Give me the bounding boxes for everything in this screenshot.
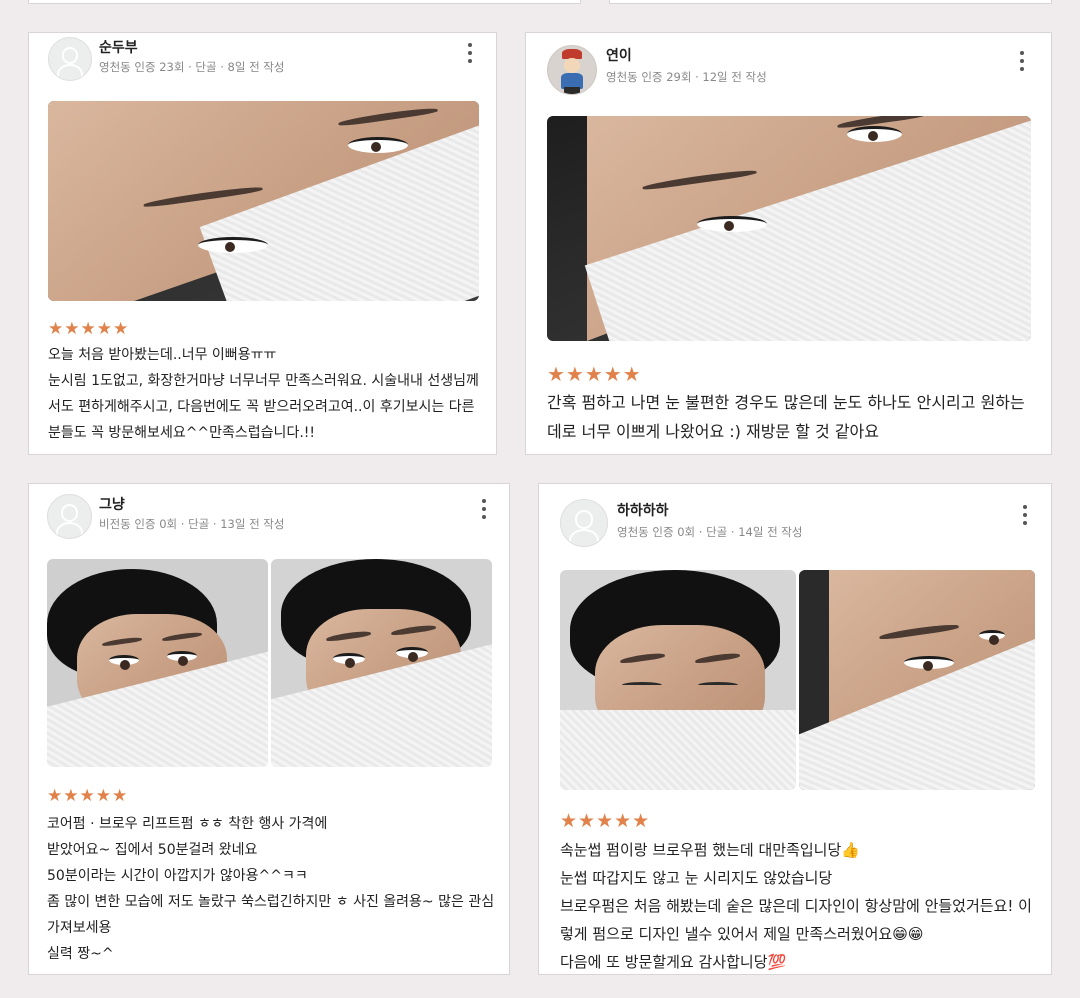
more-vertical-icon[interactable] [1019, 50, 1025, 72]
review-text: 간혹 펌하고 나면 눈 불편한 경우도 많은데 눈도 하나도 안시리고 원하는데… [547, 393, 1025, 441]
review-photo-before[interactable] [560, 570, 796, 790]
review-photo-after[interactable] [271, 559, 492, 767]
review-meta: 영천동 인증 0회 · 단골 · 14일 전 작성 [617, 525, 803, 539]
more-vertical-icon[interactable] [481, 498, 487, 520]
review-photo-before[interactable] [47, 559, 268, 767]
star-rating: ★★★★★ [48, 319, 130, 339]
username[interactable]: 순두부 [99, 37, 138, 57]
review-text: 속눈썹 펌이랑 브로우펌 했는데 대만족입니당👍 눈썹 따갑지도 않고 눈 시리… [560, 841, 1032, 971]
star-rating: ★★★★★ [47, 786, 129, 806]
review-photo-after[interactable] [799, 570, 1035, 790]
character-figurine-photo[interactable] [547, 45, 597, 95]
review-card: 하하하하 영천동 인증 0회 · 단골 · 14일 전 작성 ★★★★★ 속눈썹… [538, 483, 1052, 975]
default-profile-icon[interactable] [48, 37, 92, 81]
username[interactable]: 그냥 [99, 494, 125, 514]
review-meta: 영천동 인증 29회 · 12일 전 작성 [606, 70, 767, 84]
review-card: 연이 영천동 인증 29회 · 12일 전 작성 ★★★★★ 간혹 펌하고 나면… [525, 32, 1052, 455]
review-card: 그냥 비전동 인증 0회 · 단골 · 13일 전 작성 ★★★★★ 코어펌 ·… [28, 483, 510, 975]
review-meta: 비전동 인증 0회 · 단골 · 13일 전 작성 [99, 517, 285, 531]
star-rating: ★★★★★ [547, 362, 642, 386]
review-text: 오늘 처음 받아봤는데..너무 이뻐용ㅠㅠ 눈시림 1도없고, 화장한거마냥 너… [48, 347, 479, 441]
review-photo[interactable] [547, 116, 1031, 341]
star-rating: ★★★★★ [560, 810, 651, 832]
review-card: 순두부 영천동 인증 23회 · 단골 · 8일 전 작성 ★★★★★ 오늘 처… [28, 32, 497, 455]
review-meta: 영천동 인증 23회 · 단골 · 8일 전 작성 [99, 60, 285, 74]
review-photo[interactable] [48, 101, 479, 301]
review-text: 코어펌 · 브로우 리프트펌 ㅎㅎ 착한 행사 가격에 받았어요~ 집에서 50… [47, 816, 495, 962]
review-card-partial-right [609, 0, 1052, 4]
default-profile-icon[interactable] [560, 499, 608, 547]
default-profile-icon[interactable] [47, 494, 92, 539]
more-vertical-icon[interactable] [467, 42, 473, 64]
username[interactable]: 하하하하 [617, 500, 669, 520]
more-vertical-icon[interactable] [1022, 504, 1028, 526]
username[interactable]: 연이 [606, 45, 632, 65]
review-card-partial-left [28, 0, 581, 4]
